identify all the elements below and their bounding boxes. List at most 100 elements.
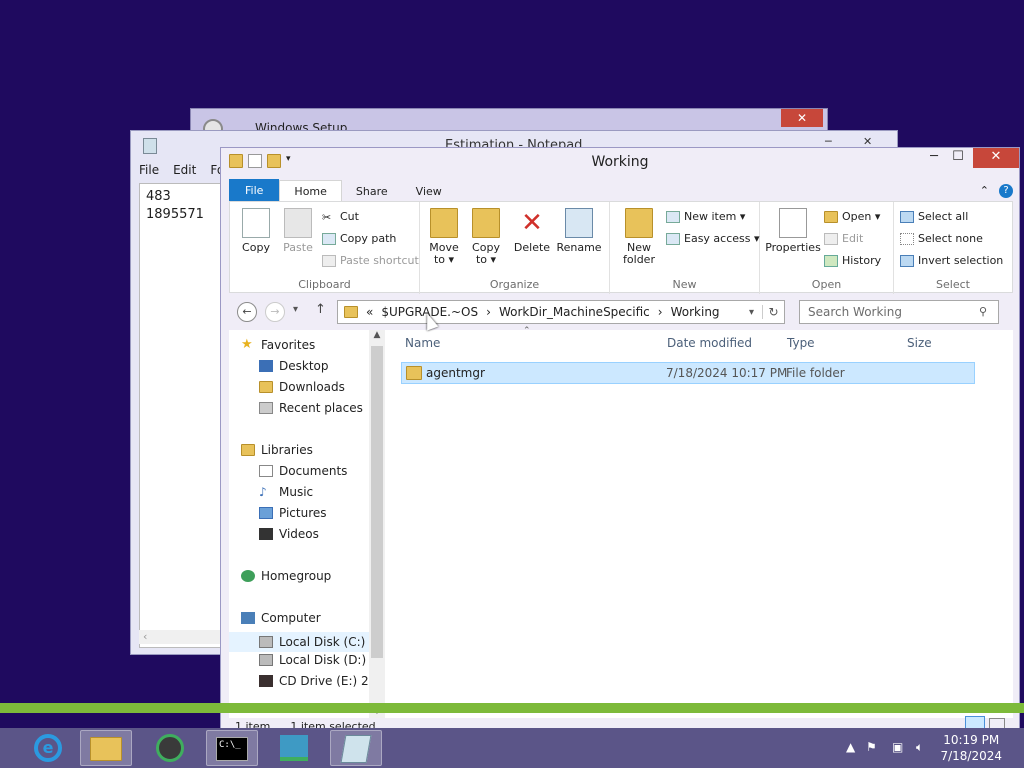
notepad-hscroll[interactable]: ‹	[139, 630, 223, 644]
tab-file[interactable]: File	[229, 179, 280, 202]
music-icon: ♪	[259, 485, 267, 499]
system-clock[interactable]: 10:19 PM 7/18/2024	[940, 732, 1002, 764]
desktop-icon	[259, 360, 273, 372]
address-dropdown-icon[interactable]: ▾	[749, 307, 754, 318]
installer-app-icon[interactable]	[268, 730, 320, 766]
file-list[interactable]: Name ⌃ Date modified Type Size agentmgr …	[385, 326, 1013, 718]
rename-button[interactable]: Rename	[554, 208, 604, 254]
command-prompt-taskbar-button[interactable]: C:\_	[206, 730, 258, 766]
ribbon: Copy Paste ✂ Cut Copy path Paste shortcut…	[229, 201, 1013, 294]
show-hidden-icons-icon[interactable]: ▲	[846, 740, 855, 754]
move-to-button[interactable]: Move to ▾	[424, 208, 464, 266]
setup-close-button[interactable]: ✕	[781, 109, 823, 127]
address-overflow[interactable]: «	[366, 305, 373, 319]
tab-share[interactable]: Share	[342, 181, 402, 202]
copy-to-button[interactable]: Copy to ▾	[466, 208, 506, 266]
explorer-window[interactable]: ▾ Working ─ ☐ ✕ File Home Share View ⌃ ?…	[220, 147, 1020, 742]
notepad-menu-file[interactable]: File	[139, 163, 159, 177]
column-type[interactable]: Type	[787, 336, 815, 350]
maximize-button[interactable]: ☐	[945, 148, 971, 168]
nav-libraries[interactable]: Libraries	[241, 443, 313, 457]
action-center-flag-icon[interactable]: ⚑	[866, 740, 877, 754]
nav-downloads[interactable]: Downloads	[259, 380, 345, 394]
breadcrumb-separator[interactable]: ›	[486, 305, 491, 319]
invert-selection-button[interactable]: Invert selection	[900, 254, 1003, 267]
organize-label: Organize	[489, 278, 540, 291]
edit-icon	[824, 232, 838, 245]
file-date: 7/18/2024 10:17 PM	[666, 366, 788, 380]
tab-home[interactable]: Home	[279, 180, 342, 202]
help-icon[interactable]: ?	[999, 184, 1013, 198]
new-label: New	[672, 278, 697, 291]
up-button[interactable]: ↑	[315, 302, 326, 317]
scrollbar-thumb[interactable]	[371, 346, 383, 658]
breadcrumb-working[interactable]: Working	[671, 305, 720, 319]
notepad-text-area[interactable]: 483 1895571	[139, 183, 223, 648]
notepad-menu-edit[interactable]: Edit	[173, 163, 196, 177]
nav-homegroup[interactable]: Homegroup	[241, 569, 331, 583]
delete-button[interactable]: ✕ Delete	[512, 208, 552, 254]
history-button[interactable]: History	[824, 254, 881, 267]
delete-x-icon: ✕	[521, 208, 543, 238]
minimize-button[interactable]: ─	[921, 148, 947, 168]
tab-view[interactable]: View	[402, 181, 456, 202]
scroll-up-icon[interactable]: ▲	[369, 330, 385, 340]
select-all-button[interactable]: Select all	[900, 210, 968, 223]
internet-explorer-icon[interactable]: e	[24, 730, 72, 766]
paste-shortcut-icon	[322, 254, 336, 267]
column-name[interactable]: Name	[405, 336, 440, 350]
new-item-button[interactable]: New item ▾	[666, 210, 745, 223]
nav-pane-scrollbar[interactable]: ▲ ▼	[369, 330, 385, 718]
select-none-button[interactable]: Select none	[900, 232, 983, 245]
address-bar[interactable]: « $UPGRADE.~OS › WorkDir_MachineSpecific…	[337, 300, 785, 324]
nav-local-disk-c[interactable]: Local Disk (C:)	[229, 632, 369, 652]
nav-videos[interactable]: Videos	[259, 527, 319, 541]
nav-cd-drive-e[interactable]: CD Drive (E:) 201	[259, 674, 384, 688]
notepad-icon	[143, 138, 157, 154]
nav-recent-places[interactable]: Recent places	[259, 401, 363, 415]
close-button[interactable]: ✕	[973, 148, 1019, 168]
breadcrumb-separator[interactable]: ›	[658, 305, 663, 319]
file-type: File folder	[786, 366, 845, 380]
nav-documents[interactable]: Documents	[259, 464, 347, 478]
paste-button[interactable]: Paste	[278, 208, 318, 254]
copy-button[interactable]: Copy	[236, 208, 276, 254]
properties-button[interactable]: Properties	[764, 208, 822, 254]
cut-button[interactable]: ✂ Cut	[322, 210, 359, 224]
nav-computer[interactable]: Computer	[241, 611, 321, 625]
open-label: Open	[811, 278, 842, 291]
volume-muted-icon[interactable]: 🔈︎	[916, 740, 923, 755]
file-row[interactable]: agentmgr 7/18/2024 10:17 PM File folder	[401, 362, 975, 384]
easy-access-button[interactable]: Easy access ▾	[666, 232, 760, 245]
computer-icon	[241, 612, 255, 624]
new-folder-icon	[625, 208, 653, 238]
breadcrumb-workdir[interactable]: WorkDir_MachineSpecific	[499, 305, 650, 319]
back-button[interactable]: ←	[237, 302, 257, 322]
notepad-line: 1895571	[146, 207, 204, 222]
pictures-icon	[259, 507, 273, 519]
notepad-taskbar-button[interactable]	[330, 730, 382, 766]
nav-favorites[interactable]: ★ Favorites	[241, 338, 315, 352]
nav-desktop[interactable]: Desktop	[259, 359, 329, 373]
open-button[interactable]: Open ▾	[824, 210, 880, 223]
paste-shortcut-button[interactable]: Paste shortcut	[322, 254, 419, 267]
media-app-icon[interactable]	[144, 730, 196, 766]
organize-group: Move to ▾ Copy to ▾ ✕ Delete Rename Orga…	[420, 202, 610, 294]
nav-music[interactable]: ♪ Music	[259, 485, 313, 499]
recent-locations-icon[interactable]: ▾	[293, 304, 298, 315]
new-folder-button[interactable]: New folder	[616, 208, 662, 266]
nav-local-disk-d[interactable]: Local Disk (D:)	[259, 653, 366, 667]
refresh-icon[interactable]: ↻	[762, 305, 784, 319]
collapse-ribbon-icon[interactable]: ⌃	[980, 184, 989, 198]
search-input[interactable]: Search Working	[799, 300, 999, 324]
network-icon[interactable]: ▣	[892, 740, 903, 754]
file-explorer-taskbar-button[interactable]	[80, 730, 132, 766]
column-size[interactable]: Size	[907, 336, 932, 350]
copy-path-button[interactable]: Copy path	[322, 232, 396, 245]
explorer-titlebar[interactable]: ▾ Working ─ ☐ ✕	[221, 148, 1019, 176]
edit-button[interactable]: Edit	[824, 232, 863, 245]
forward-button[interactable]: →	[265, 302, 285, 322]
clock-date: 7/18/2024	[940, 749, 1002, 763]
nav-pictures[interactable]: Pictures	[259, 506, 327, 520]
column-date-modified[interactable]: Date modified	[667, 336, 752, 350]
